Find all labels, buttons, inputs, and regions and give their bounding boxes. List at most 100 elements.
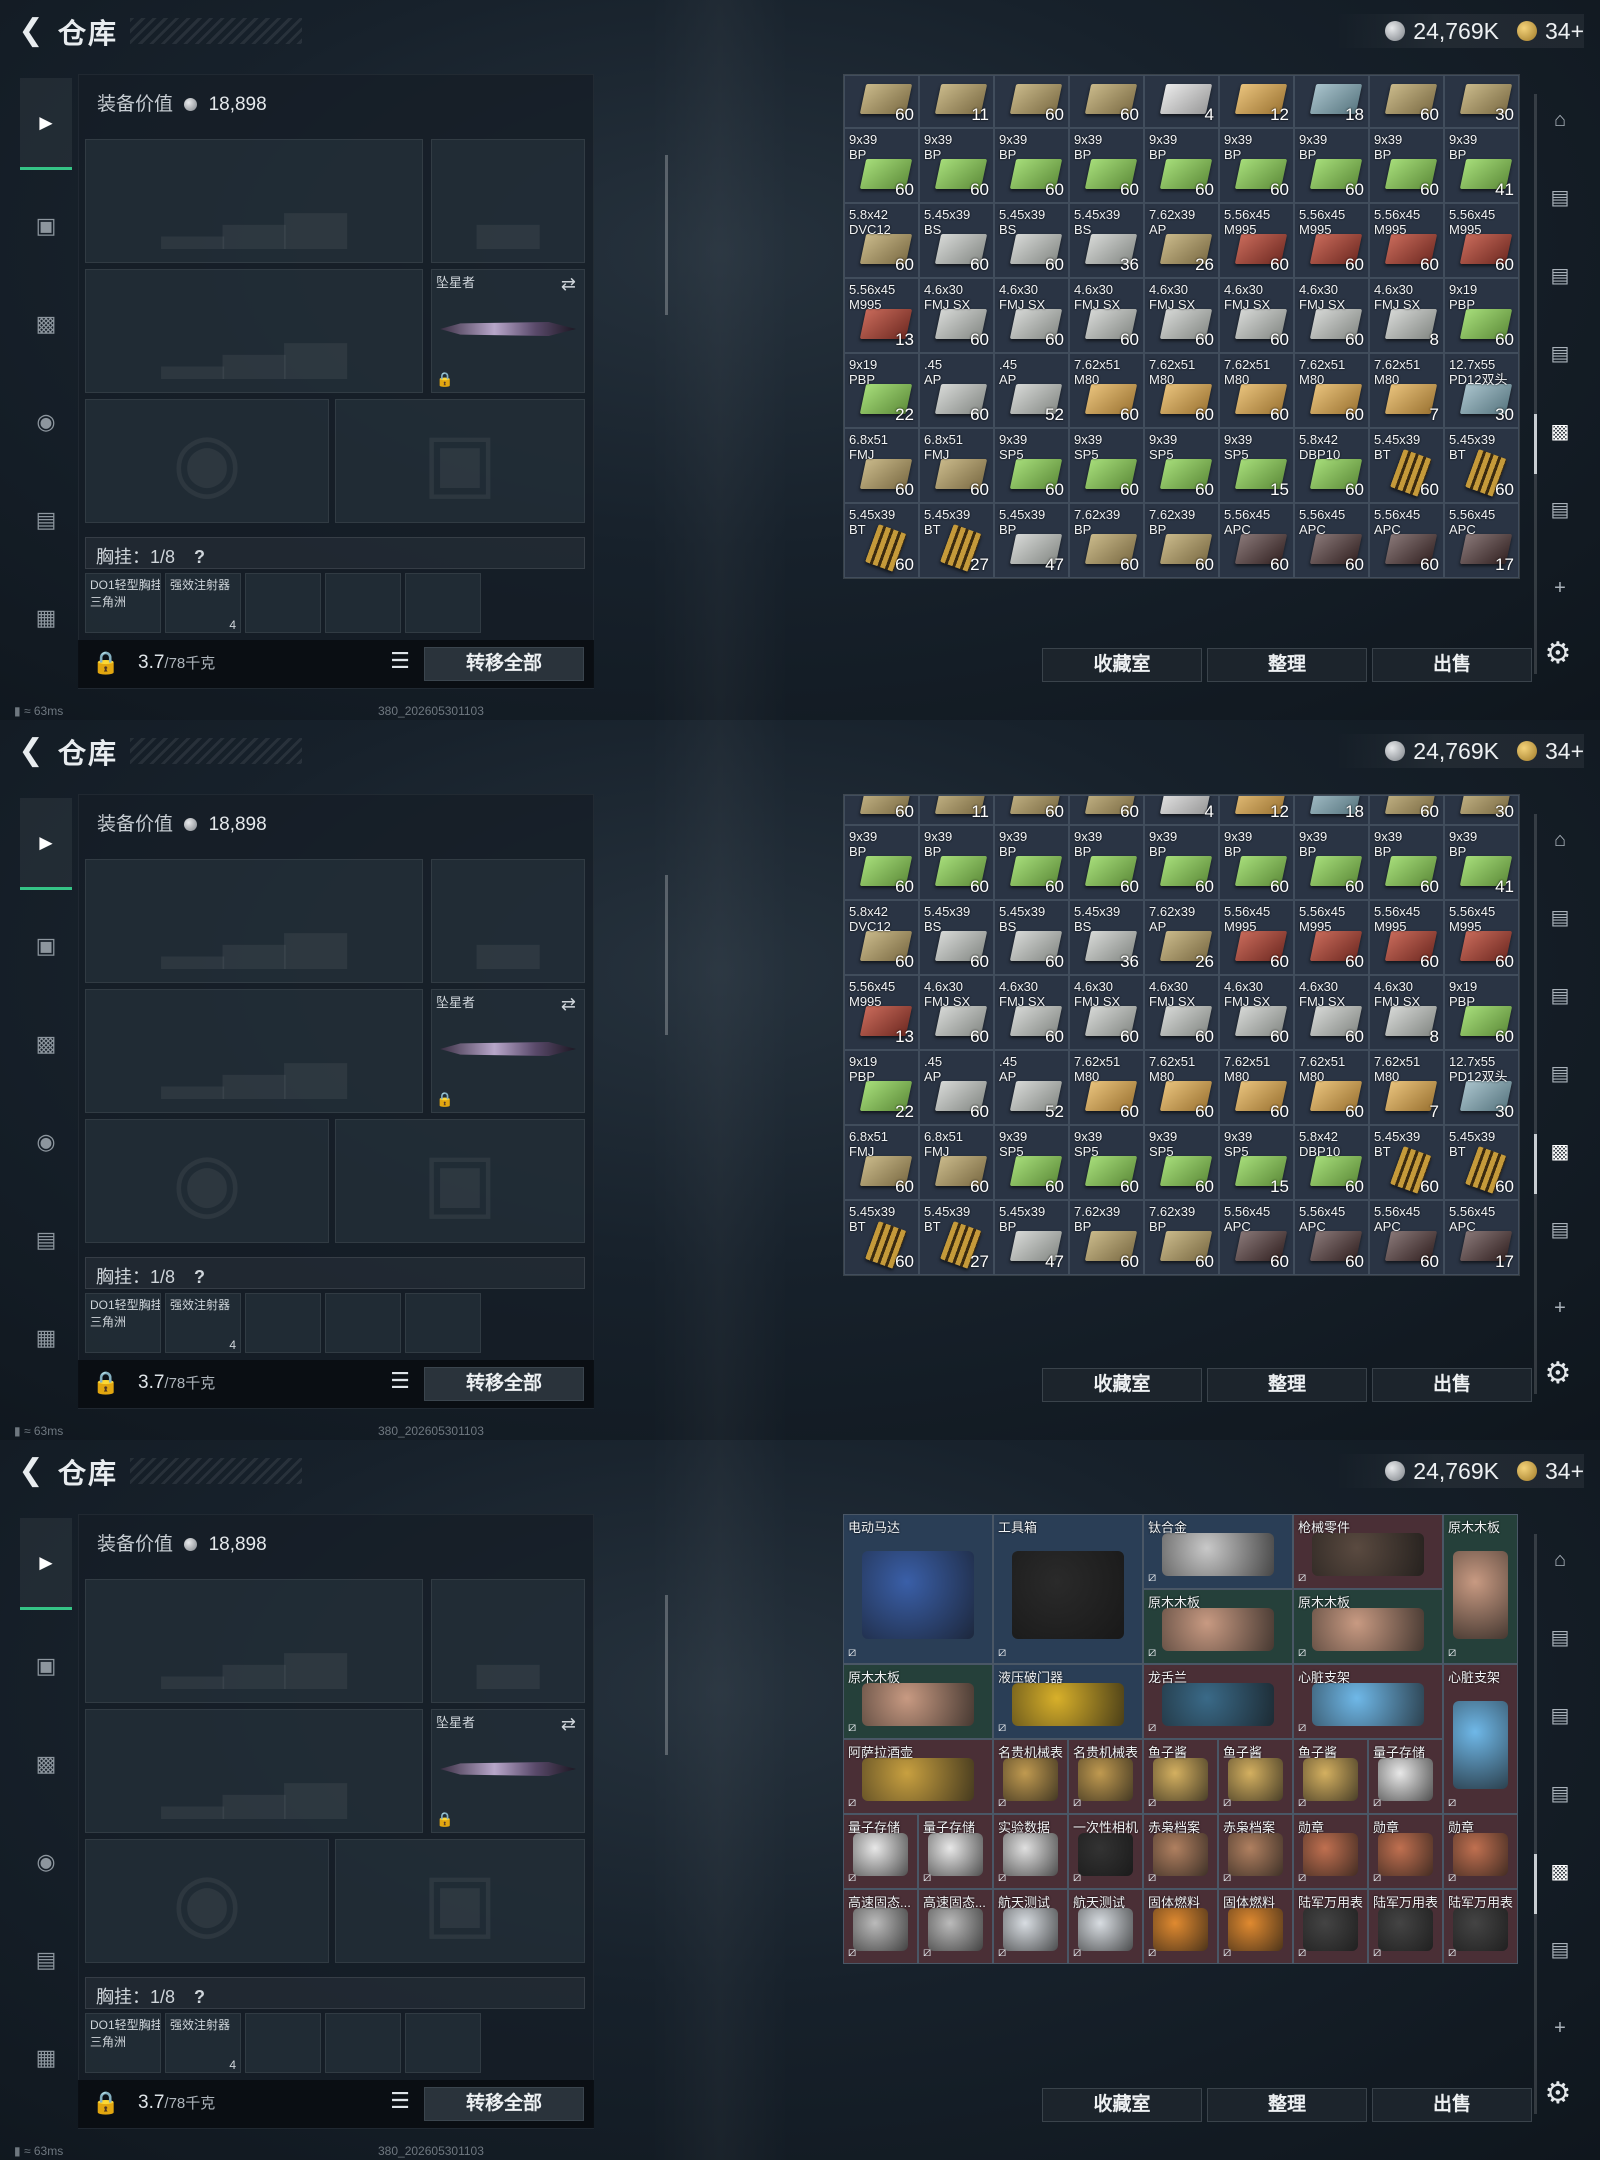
ammo-item[interactable]: 5.45x39 BS 60 [994, 203, 1069, 278]
stash-item[interactable]: 量子存储 ⧄ [918, 1814, 993, 1889]
rail-scroll-thumb[interactable] [1534, 414, 1537, 474]
ammo-item[interactable]: 9x39 BP 60 [1294, 825, 1369, 900]
ammo-item[interactable]: 9x39 SP5 60 [1069, 428, 1144, 503]
stash-item[interactable]: 陆军万用表 ⧄ [1293, 1889, 1368, 1964]
stash-page-4-icon[interactable]: ▤ [1540, 1618, 1580, 1658]
stash-item[interactable]: 固体燃料 ⧄ [1218, 1889, 1293, 1964]
ammo-item[interactable]: 9x39 BP 60 [1069, 128, 1144, 203]
vault-button[interactable]: 收藏室 [1042, 648, 1202, 682]
stash-item[interactable]: 原木木板 ⧄ [1443, 1514, 1518, 1664]
sidebar-item-case[interactable]: ▦ [22, 1314, 70, 1362]
sort-button[interactable]: 整理 [1207, 1368, 1367, 1402]
ammo-item[interactable]: 11 [919, 795, 994, 825]
help-icon[interactable]: ? [194, 1267, 205, 1287]
stash-item[interactable]: 枪械零件 ⧄ [1293, 1514, 1443, 1589]
ammo-item[interactable]: 7.62x51 M80 7 [1369, 1050, 1444, 1125]
ammo-item[interactable]: 9x39 BP 41 [1444, 128, 1519, 203]
ammo-item[interactable]: 60 [1369, 75, 1444, 128]
stash-page-3-icon[interactable]: ▤ [1540, 334, 1580, 374]
helmet-slot[interactable]: ◉ [85, 1119, 329, 1243]
pistol-slot[interactable]: ▂ [431, 1579, 585, 1703]
ammo-item[interactable]: 5.8x42 DBP10 60 [1294, 428, 1369, 503]
pistol-slot[interactable]: ▂ [431, 859, 585, 983]
stash-page-home-icon[interactable]: ⌂ [1540, 820, 1580, 860]
sidebar-item-storage[interactable]: ▤ [22, 1936, 70, 1984]
ammo-item[interactable]: 5.56x45 M995 60 [1444, 203, 1519, 278]
ammo-item[interactable]: 30 [1444, 75, 1519, 128]
ammo-item[interactable]: 6.8x51 FMJ 60 [919, 1125, 994, 1200]
stash-item[interactable]: 航天测试 ⧄ [1068, 1889, 1143, 1964]
help-icon[interactable]: ? [194, 1987, 205, 2007]
ammo-item[interactable]: 6.8x51 FMJ 60 [844, 428, 919, 503]
stash-item[interactable]: 量子存储 ⧄ [843, 1814, 918, 1889]
ammo-item[interactable]: 9x39 BP 60 [844, 825, 919, 900]
ammo-item[interactable]: 5.56x45 M995 13 [844, 975, 919, 1050]
ammo-item[interactable]: 4.6x30 FMJ SX 60 [1144, 975, 1219, 1050]
ammo-item[interactable]: 9x39 SP5 60 [1144, 1125, 1219, 1200]
stash-item[interactable]: 电动马达 ⧄ [843, 1514, 993, 1664]
ammo-item[interactable]: 7.62x51 M80 60 [1219, 353, 1294, 428]
ammo-item[interactable]: 7.62x51 M80 60 [1144, 1050, 1219, 1125]
ammo-item[interactable]: 5.45x39 BT 60 [1369, 428, 1444, 503]
ammo-item[interactable]: 60 [1069, 75, 1144, 128]
empty-slot[interactable] [245, 1293, 321, 1353]
empty-slot[interactable] [405, 2013, 481, 2073]
secondary-weapon-slot[interactable]: ▁▂▃ [85, 1709, 423, 1833]
sidebar-item-case[interactable]: ▦ [22, 2034, 70, 2082]
ammo-item[interactable]: 12.7x55 PD12双头 30 [1444, 1050, 1519, 1125]
ammo-item[interactable]: 12 [1219, 75, 1294, 128]
transfer-all-button[interactable]: 转移全部 [424, 2087, 584, 2121]
lock-icon[interactable]: 🔒 [92, 1370, 119, 1396]
stash-item[interactable]: 航天测试 ⧄ [993, 1889, 1068, 1964]
ammo-item[interactable]: 5.45x39 BS 60 [994, 900, 1069, 975]
stash-page-3b-icon[interactable]: ▤ [1540, 490, 1580, 530]
empty-slot[interactable] [325, 573, 401, 633]
empty-slot[interactable] [325, 1293, 401, 1353]
melee-slot[interactable]: 坠星者 ⇄ 🔒 [431, 989, 585, 1113]
sidebar-item-storage[interactable]: ▤ [22, 1216, 70, 1264]
armor-slot[interactable]: ▣ [335, 1119, 585, 1243]
list-icon[interactable]: ☰ [384, 2088, 416, 2120]
ammo-item[interactable]: 9x39 BP 60 [919, 128, 994, 203]
stash-item[interactable]: 高速固态... ⧄ [843, 1889, 918, 1964]
ammo-item[interactable]: 9x39 BP 60 [994, 825, 1069, 900]
sidebar-item-bag[interactable]: ▩ [22, 300, 70, 348]
stash-page-3-icon[interactable]: ▤ [1540, 1054, 1580, 1094]
ammo-item[interactable]: 60 [994, 75, 1069, 128]
stash-item[interactable]: 龙舌兰 ⧄ [1143, 1664, 1293, 1739]
ammo-item[interactable]: 11 [919, 75, 994, 128]
stash-page-4c-icon[interactable]: ▩ [1540, 1852, 1580, 1892]
stash-item[interactable]: 名贵机械表 ⧄ [993, 1739, 1068, 1814]
sidebar-item-bag[interactable]: ▩ [22, 1740, 70, 1788]
pistol-slot[interactable]: ▂ [431, 139, 585, 263]
ammo-item[interactable]: 4.6x30 FMJ SX 60 [994, 975, 1069, 1050]
ammo-item[interactable]: 7.62x51 M80 7 [1369, 353, 1444, 428]
vault-button[interactable]: 收藏室 [1042, 1368, 1202, 1402]
back-arrow-icon[interactable]: ❮ [14, 1454, 48, 1488]
stash-item[interactable]: 原木木板 ⧄ [1293, 1589, 1443, 1664]
ammo-item[interactable]: 5.56x45 APC 60 [1219, 503, 1294, 578]
stash-item[interactable]: 心脏支架 ⧄ [1293, 1664, 1443, 1739]
ammo-item[interactable]: 30 [1444, 795, 1519, 825]
ammo-item[interactable]: .45 AP 52 [994, 353, 1069, 428]
ammo-item[interactable]: 6.8x51 FMJ 60 [919, 428, 994, 503]
ammo-item[interactable]: 7.62x51 M80 60 [1144, 353, 1219, 428]
stash-page-3b-icon[interactable]: ▤ [1540, 1930, 1580, 1970]
ammo-item[interactable]: 4.6x30 FMJ SX 60 [919, 278, 994, 353]
stash-item[interactable]: 实验数据 ⧄ [993, 1814, 1068, 1889]
ammo-item[interactable]: 5.45x39 BS 60 [919, 203, 994, 278]
ammo-item[interactable]: 5.45x39 BT 60 [1369, 1125, 1444, 1200]
stash-page-4c-icon[interactable]: ▩ [1540, 1132, 1580, 1172]
ammo-item[interactable]: 9x39 BP 60 [1219, 825, 1294, 900]
sidebar-item-helmet[interactable]: ◉ [22, 398, 70, 446]
ammo-item[interactable]: 5.56x45 M995 60 [1219, 203, 1294, 278]
ammo-item[interactable]: .45 AP 60 [919, 353, 994, 428]
primary-weapon-slot[interactable]: ▁▂▃ [85, 1579, 423, 1703]
stash-item[interactable]: 液压破门器 ⧄ [993, 1664, 1143, 1739]
ammo-item[interactable]: .45 AP 52 [994, 1050, 1069, 1125]
ammo-item[interactable]: 4.6x30 FMJ SX 60 [1294, 278, 1369, 353]
stash-item[interactable]: 勋章 ⧄ [1368, 1814, 1443, 1889]
stash-page-4b-icon[interactable]: ▤ [1540, 1696, 1580, 1736]
ammo-item[interactable]: 5.45x39 BT 60 [1444, 1125, 1519, 1200]
ammo-item[interactable]: 9x19 PBP 22 [844, 1050, 919, 1125]
